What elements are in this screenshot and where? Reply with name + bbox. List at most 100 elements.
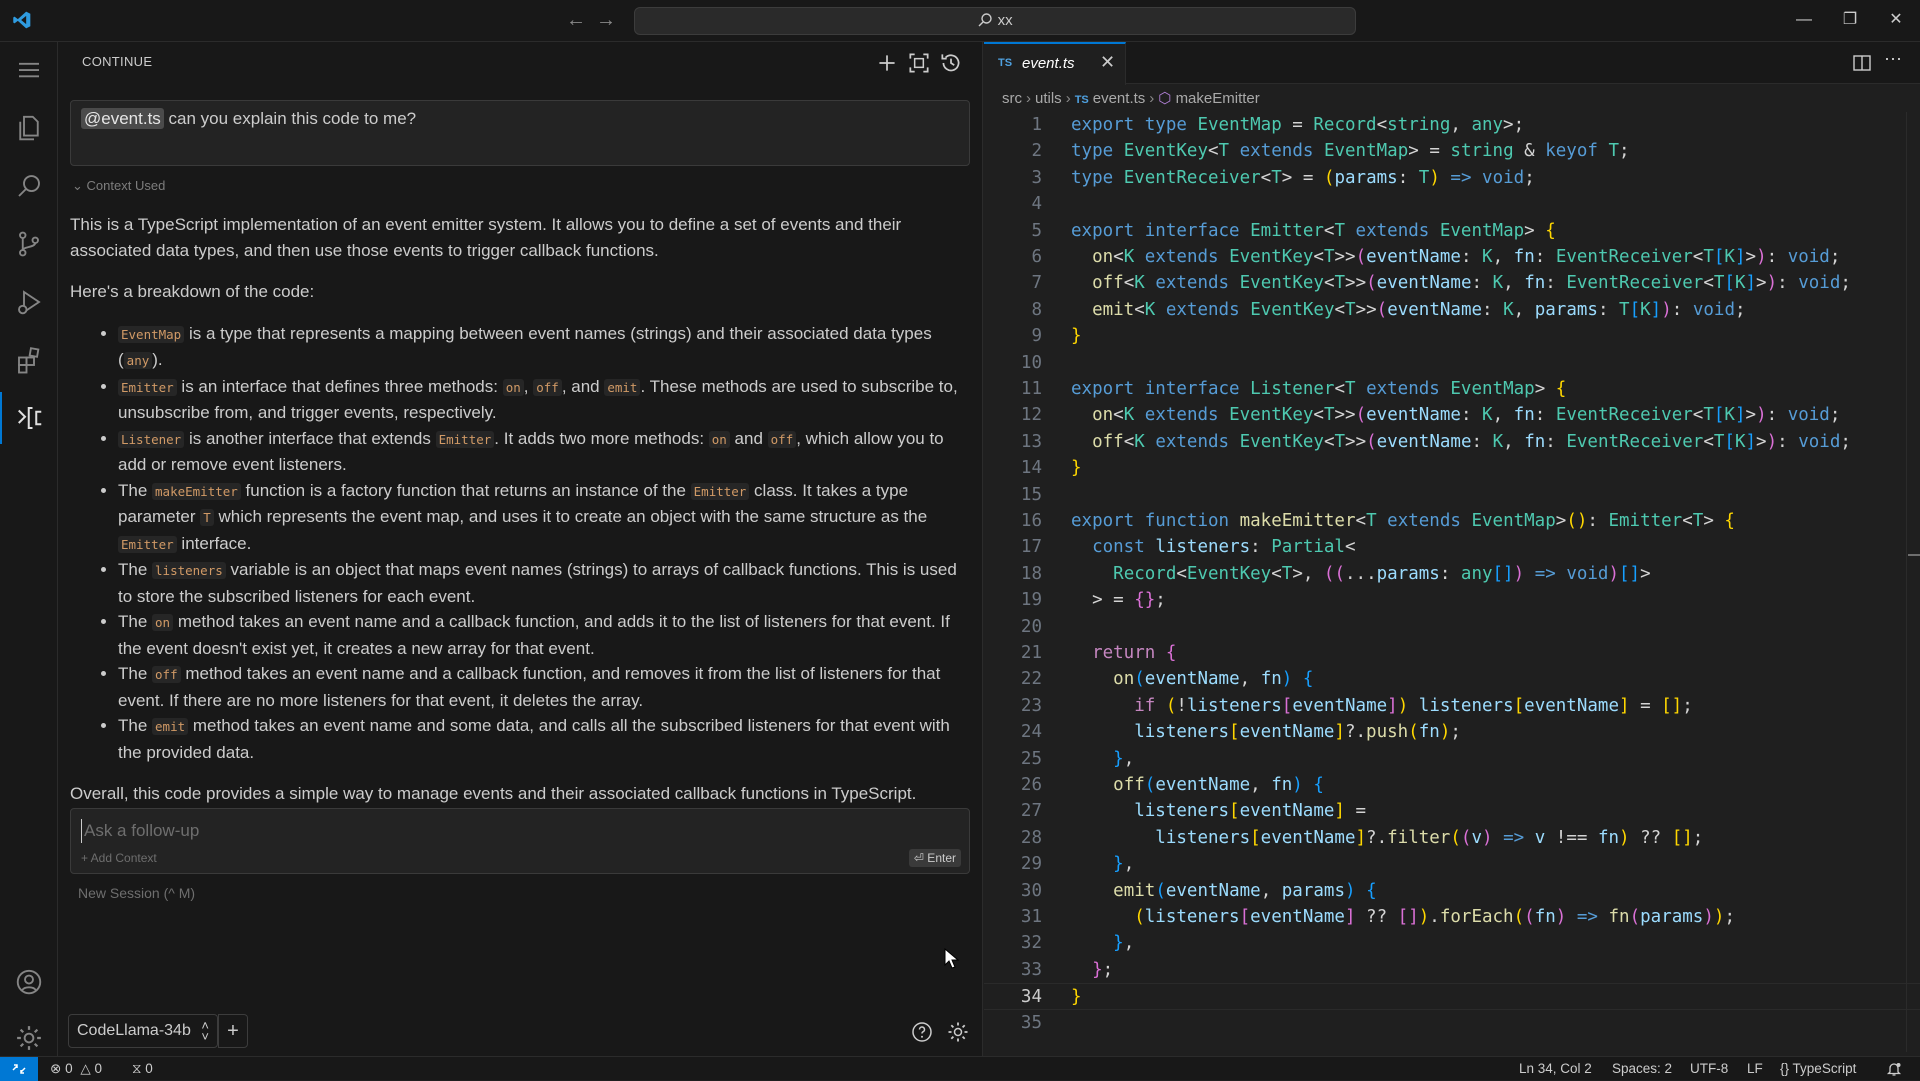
new-session-button[interactable]: New Session (^ M) xyxy=(78,885,195,901)
code-content: emit(eventName, params) { xyxy=(1113,880,1377,901)
close-window-button[interactable]: ✕ xyxy=(1882,8,1910,32)
breadcrumb-symbol[interactable]: makeEmitter xyxy=(1176,90,1260,107)
extensions-button[interactable] xyxy=(0,334,58,386)
continue-button[interactable] xyxy=(0,392,58,444)
code-line[interactable]: 11 export interface Listener<T extends Ev… xyxy=(984,376,1920,402)
inline-code: emit xyxy=(604,378,641,396)
line-number: 4 xyxy=(1031,194,1042,215)
forward-arrow-icon[interactable]: → xyxy=(596,9,616,32)
code-line[interactable]: 25 }, xyxy=(984,746,1920,772)
code-line[interactable]: 4 xyxy=(984,191,1920,217)
bullet-text: , xyxy=(523,376,534,396)
notifications-bell-icon[interactable] xyxy=(1886,1061,1902,1077)
cursor-position[interactable]: Ln 34, Col 2 xyxy=(1519,1061,1592,1076)
tab-event-ts[interactable]: TS event.ts ✕ xyxy=(984,42,1126,85)
menu-button[interactable] xyxy=(0,44,58,96)
more-actions-icon[interactable]: ⋯ xyxy=(1884,49,1902,70)
code-line[interactable]: 13 off<K extends EventKey<T>>(eventName:… xyxy=(984,429,1920,455)
code-content: listeners[eventName]?.filter((v) => v !=… xyxy=(1155,827,1704,848)
command-center-search[interactable]: xx xyxy=(634,7,1356,35)
enter-button[interactable]: ⏎ Enter xyxy=(908,849,961,867)
code-line[interactable]: 22 on(eventName, fn) { xyxy=(984,666,1920,692)
code-line[interactable]: 17 const listeners: Partial< xyxy=(984,534,1920,560)
code-content: }, xyxy=(1113,748,1135,769)
code-line[interactable]: 30 emit(eventName, params) { xyxy=(984,878,1920,904)
bullet-text: ). xyxy=(152,350,163,369)
minimize-button[interactable]: — xyxy=(1790,8,1818,32)
code-line[interactable]: 2 type EventKey<T extends EventMap> = str… xyxy=(984,138,1920,164)
model-select[interactable]: CodeLlama-34b ˄ ˅ xyxy=(68,1014,218,1048)
code-line[interactable]: 18 Record<EventKey<T>, ((...params: any[… xyxy=(984,561,1920,587)
fullscreen-icon[interactable] xyxy=(906,50,932,76)
code-line[interactable]: 5 export interface Emitter<T extends Even… xyxy=(984,218,1920,244)
chevron-right-icon: › xyxy=(1065,90,1071,107)
code-line[interactable]: 6 on<K extends EventKey<T>>(eventName: K… xyxy=(984,244,1920,270)
code-line[interactable]: 10 xyxy=(984,350,1920,376)
explorer-button[interactable] xyxy=(0,102,58,154)
restore-button[interactable]: ❐ xyxy=(1836,8,1864,32)
code-line[interactable]: 12 on<K extends EventKey<T>>(eventName: … xyxy=(984,402,1920,428)
source-control-button[interactable] xyxy=(0,218,58,270)
code-content: if (!listeners[eventName]) listeners[eve… xyxy=(1134,695,1693,716)
accounts-button[interactable] xyxy=(0,956,58,1008)
help-icon[interactable] xyxy=(910,1020,934,1044)
code-line[interactable]: 33 }; xyxy=(984,957,1920,983)
followup-input[interactable] xyxy=(81,819,781,843)
end-of-line[interactable]: LF xyxy=(1747,1061,1763,1076)
answer-bullet: EventMap is a type that represents a map… xyxy=(118,321,970,374)
code-line[interactable]: 29 }, xyxy=(984,851,1920,877)
history-icon[interactable] xyxy=(938,50,964,76)
remote-button[interactable] xyxy=(0,1057,38,1081)
line-number: 8 xyxy=(1031,299,1042,320)
error-icon: ⊗ xyxy=(50,1061,62,1076)
code-line[interactable]: 20 xyxy=(984,614,1920,640)
code-line[interactable]: 23 if (!listeners[eventName]) listeners[… xyxy=(984,693,1920,719)
code-line[interactable]: 24 listeners[eventName]?.push(fn); xyxy=(984,719,1920,745)
add-context-button[interactable]: + Add Context xyxy=(81,851,157,865)
breadcrumb-folder-utils[interactable]: utils xyxy=(1035,90,1062,107)
indentation[interactable]: Spaces: 2 xyxy=(1612,1061,1672,1076)
code-line[interactable]: 32 }, xyxy=(984,930,1920,956)
code-line[interactable]: 26 off(eventName, fn) { xyxy=(984,772,1920,798)
code-line[interactable]: 14} xyxy=(984,455,1920,481)
code-content: export interface Listener<T extends Even… xyxy=(1071,379,1567,399)
code-line[interactable]: 16 export function makeEmitter<T extends … xyxy=(984,508,1920,534)
code-line[interactable]: 15 xyxy=(984,482,1920,508)
search-button[interactable] xyxy=(0,160,58,212)
add-model-button[interactable]: + xyxy=(218,1014,248,1048)
answer-bullet: Listener is another interface that exten… xyxy=(118,426,970,478)
code-line[interactable]: 1 export type EventMap = Record<string, a… xyxy=(984,112,1920,138)
inline-code: EventMap xyxy=(118,325,185,343)
code-line[interactable]: 8 emit<K extends EventKey<T>>(eventName:… xyxy=(984,297,1920,323)
close-icon[interactable]: ✕ xyxy=(1100,52,1115,73)
code-line[interactable]: 7 off<K extends EventKey<T>>(eventName: … xyxy=(984,270,1920,296)
encoding[interactable]: UTF-8 xyxy=(1690,1061,1728,1076)
bullet-text: method takes an event name and some data… xyxy=(118,716,950,762)
back-arrow-icon[interactable]: ← xyxy=(566,9,586,32)
code-line[interactable]: 3 type EventReceiver<T> = (params: T) => … xyxy=(984,165,1920,191)
code-line[interactable]: 9} xyxy=(984,323,1920,349)
inline-code: T xyxy=(200,509,214,526)
problems-indicator[interactable]: ⊗ 0 △ 0 xyxy=(50,1061,102,1077)
ports-indicator[interactable]: ⧖ 0 xyxy=(132,1061,153,1077)
code-line[interactable]: 34} xyxy=(984,983,1920,1010)
status-bar: ⊗ 0 △ 0 ⧖ 0 Ln 34, Col 2 Spaces: 2 UTF-8… xyxy=(0,1056,1920,1081)
language-mode[interactable]: {} TypeScript xyxy=(1780,1061,1856,1076)
editor-scrollbar[interactable] xyxy=(1906,112,1920,1052)
code-content: Record<EventKey<T>, ((...params: any[]) … xyxy=(1113,563,1651,584)
code-line[interactable]: 28 listeners[eventName]?.filter((v) => v… xyxy=(984,825,1920,851)
code-line[interactable]: 35 xyxy=(984,1010,1920,1036)
code-line[interactable]: 21 return { xyxy=(984,640,1920,666)
mouse-cursor-icon xyxy=(944,948,960,969)
settings-gear-icon[interactable] xyxy=(946,1020,970,1044)
new-chat-plus-icon[interactable] xyxy=(874,50,900,76)
breadcrumb-folder-src[interactable]: src xyxy=(1002,90,1022,107)
user-message[interactable]: @event.ts can you explain this code to m… xyxy=(70,100,970,166)
code-line[interactable]: 19 > = {}; xyxy=(984,587,1920,613)
split-editor-icon[interactable] xyxy=(1852,53,1872,73)
code-line[interactable]: 31 (listeners[eventName] ?? []).forEach(… xyxy=(984,904,1920,930)
context-used-toggle[interactable]: ⌄ Context Used xyxy=(72,178,165,194)
breadcrumb-file[interactable]: event.ts xyxy=(1093,90,1146,107)
run-debug-button[interactable] xyxy=(0,276,58,328)
code-line[interactable]: 27 listeners[eventName] = xyxy=(984,798,1920,824)
